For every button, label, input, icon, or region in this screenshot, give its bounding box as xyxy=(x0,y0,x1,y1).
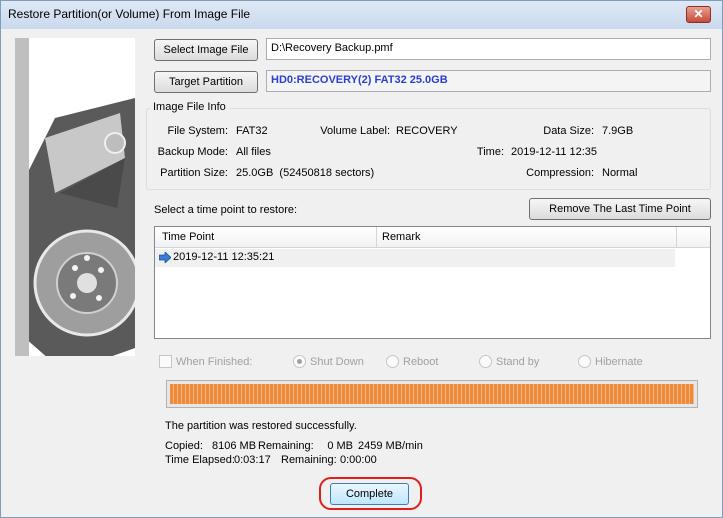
radio-icon[interactable] xyxy=(386,355,399,368)
time-remaining-value: 0:00:00 xyxy=(340,454,377,466)
when-finished-label: When Finished: xyxy=(176,356,253,368)
copied-value: 8106 MB xyxy=(212,440,257,452)
restore-dialog: Restore Partition(or Volume) From Image … xyxy=(0,0,723,518)
time-point-list[interactable]: Time Point Remark 2019-12-11 12:35:21 xyxy=(154,226,711,339)
close-button[interactable]: ✕ xyxy=(686,6,711,23)
target-partition-field: HD0:RECOVERY(2) FAT32 25.0GB xyxy=(266,70,711,92)
reboot-radio[interactable]: Reboot xyxy=(386,355,438,368)
time-elapsed-value: 0:03:17 xyxy=(234,454,271,466)
column-time-point[interactable]: Time Point xyxy=(162,231,214,243)
copied-label: Copied: xyxy=(165,440,203,452)
compression-label: Compression: xyxy=(526,167,594,179)
volume-label-label: Volume Label: xyxy=(320,125,390,137)
data-size-value: 7.9GB xyxy=(602,125,634,137)
window-title: Restore Partition(or Volume) From Image … xyxy=(8,7,251,21)
progress-fill xyxy=(170,384,694,404)
restore-progress-bar xyxy=(166,380,698,408)
shut-down-label: Shut Down xyxy=(310,356,364,368)
hard-disk-illustration xyxy=(15,38,135,356)
file-system-label: File System: xyxy=(167,125,228,137)
time-label: Time: xyxy=(476,146,504,158)
when-finished-checkbox[interactable]: When Finished: xyxy=(159,355,252,368)
stand-by-radio[interactable]: Stand by xyxy=(479,355,539,368)
remaining-size-label: Remaining: xyxy=(258,440,314,452)
backup-mode-value: All files xyxy=(236,146,271,158)
time-elapsed-label: Time Elapsed: xyxy=(165,454,235,466)
radio-selected-icon[interactable] xyxy=(293,355,306,368)
column-separator[interactable] xyxy=(376,227,377,248)
select-time-point-prompt: Select a time point to restore: xyxy=(154,204,298,216)
status-message: The partition was restored successfully. xyxy=(165,420,357,432)
radio-icon[interactable] xyxy=(578,355,591,368)
speed-value: 2459 MB/min xyxy=(358,440,423,452)
list-item[interactable]: 2019-12-11 12:35:21 xyxy=(155,249,675,267)
time-point-value: 2019-12-11 12:35:21 xyxy=(173,251,275,263)
target-partition-value: HD0:RECOVERY(2) FAT32 25.0GB xyxy=(271,74,448,86)
title-bar[interactable]: Restore Partition(or Volume) From Image … xyxy=(1,1,722,29)
shut-down-radio[interactable]: Shut Down xyxy=(293,355,364,368)
time-value: 2019-12-11 12:35 xyxy=(511,146,598,158)
column-separator[interactable] xyxy=(676,227,677,248)
partition-size-value: 25.0GB (52450818 sectors) xyxy=(236,167,375,179)
volume-label-value: RECOVERY xyxy=(396,125,458,137)
checkbox-box[interactable] xyxy=(159,355,172,368)
complete-button[interactable]: Complete xyxy=(330,483,409,505)
stand-by-label: Stand by xyxy=(496,356,540,368)
hibernate-label: Hibernate xyxy=(595,356,643,368)
list-header: Time Point Remark xyxy=(155,227,710,248)
reboot-label: Reboot xyxy=(403,356,439,368)
hibernate-radio[interactable]: Hibernate xyxy=(578,355,643,368)
compression-value: Normal xyxy=(602,167,638,179)
time-remaining-label: Remaining: xyxy=(281,454,337,466)
file-system-value: FAT32 xyxy=(236,125,268,137)
image-file-info-title: Image File Info xyxy=(150,101,229,113)
radio-icon[interactable] xyxy=(479,355,492,368)
disk-genius-artwork xyxy=(15,38,135,356)
data-size-label: Data Size: xyxy=(543,125,594,137)
dialog-body: Select Image File D:\Recovery Backup.pmf… xyxy=(8,30,715,511)
image-file-path-field[interactable]: D:\Recovery Backup.pmf xyxy=(266,38,711,60)
remove-last-time-point-button[interactable]: Remove The Last Time Point xyxy=(529,198,711,220)
arrow-right-icon xyxy=(159,252,171,263)
target-partition-button[interactable]: Target Partition xyxy=(154,71,258,93)
backup-mode-label: Backup Mode: xyxy=(157,146,228,158)
partition-size-label: Partition Size: xyxy=(160,167,228,179)
select-image-file-button[interactable]: Select Image File xyxy=(154,39,258,61)
column-remark[interactable]: Remark xyxy=(382,231,421,243)
remaining-size-value: 0 MB xyxy=(327,440,353,452)
